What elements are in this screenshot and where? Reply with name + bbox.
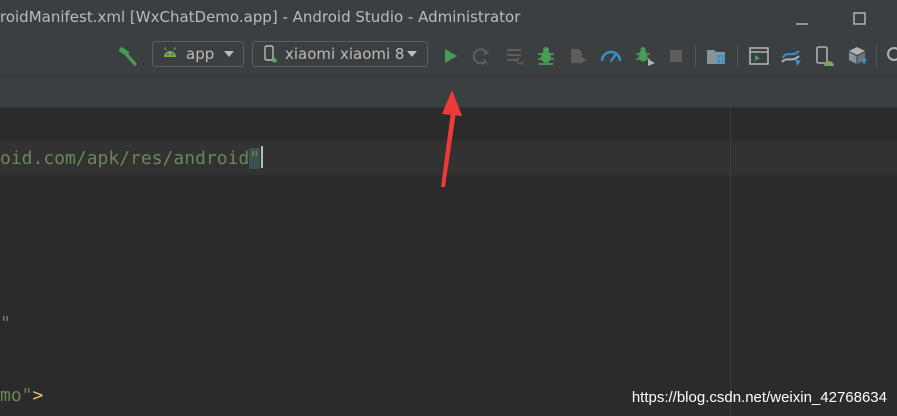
project-structure-icon[interactable] [705,44,729,68]
device-label: xiaomi xiaomi 8 [285,45,405,63]
window-title: roidManifest.xml [WxChatDemo.app] - Andr… [0,8,521,26]
watermark: https://blog.csdn.net/weixin_42768634 [631,389,887,406]
main-toolbar: app xiaomi xiaomi 8 A [0,36,897,77]
run-config-selector[interactable]: app [152,41,244,67]
search-icon[interactable] [884,44,897,68]
debug-attach-icon[interactable] [633,44,657,68]
right-margin-guide [730,108,731,416]
editor-tab-strip [0,77,897,108]
chevron-down-icon [407,51,417,57]
run-icon[interactable] [438,44,462,68]
attach-debugger-icon[interactable] [566,44,590,68]
string-literal: oid.com/apk/res/android [0,148,250,169]
text-caret [261,146,264,168]
toolbar-separator [737,45,738,67]
code-line[interactable]: oid.com/apk/res/android" [0,146,264,169]
device-selector[interactable]: xiaomi xiaomi 8 [252,41,428,67]
minimize-icon[interactable] [789,6,813,30]
phone-icon [264,45,277,63]
run-config-label: app [186,45,215,63]
code-editor[interactable]: oid.com/apk/res/android" " mo"> [0,108,897,416]
debug-icon[interactable] [534,44,558,68]
sync-icon[interactable] [779,44,803,68]
terminal-icon[interactable] [747,44,771,68]
code-line[interactable]: mo"> [0,385,43,406]
android-icon [163,47,177,57]
avd-manager-icon[interactable] [812,44,836,68]
title-bar: roidManifest.xml [WxChatDemo.app] - Andr… [0,0,897,36]
matched-quote: " [249,148,261,169]
toolbar-separator [695,45,696,67]
sdk-manager-icon[interactable] [845,44,869,68]
hammer-build-icon[interactable] [116,44,140,68]
string-literal: mo" [0,385,33,406]
code-line[interactable]: " [0,313,11,334]
string-literal: " [0,313,11,334]
apply-code-changes-icon[interactable] [503,44,527,68]
svg-text:A: A [482,58,488,67]
toolbar-separator [876,45,877,67]
profile-icon[interactable] [599,44,623,68]
tag-bracket: > [32,385,44,406]
apply-changes-icon[interactable]: A [469,44,493,68]
maximize-icon[interactable] [848,6,872,30]
chevron-down-icon [224,51,234,57]
stop-icon[interactable] [664,44,688,68]
